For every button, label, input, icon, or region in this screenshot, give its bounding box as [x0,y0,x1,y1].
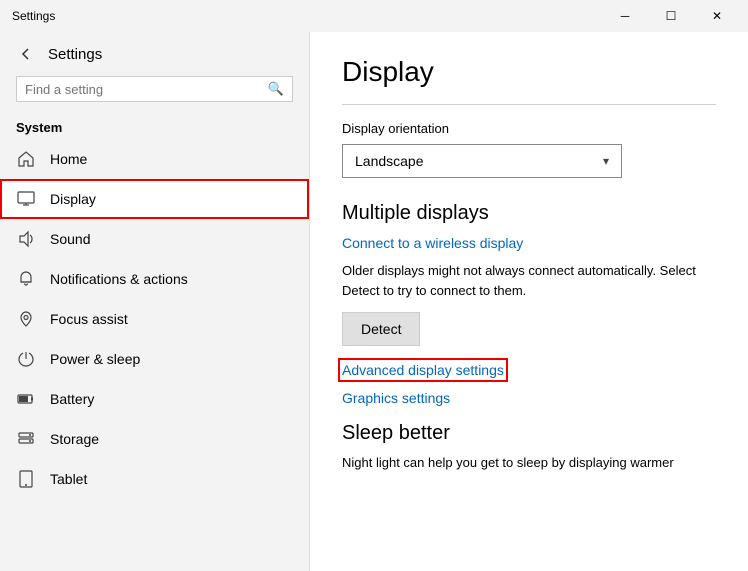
sidebar-item-home[interactable]: Home [0,139,309,179]
app-body: Settings 🔍 System Home [0,32,748,571]
wireless-display-link[interactable]: Connect to a wireless display [342,235,716,251]
orientation-label: Display orientation [342,121,716,136]
home-label: Home [50,151,87,167]
info-text: Older displays might not always connect … [342,261,716,300]
home-icon [16,149,36,169]
orientation-dropdown[interactable]: Landscape ▾ [342,144,622,178]
minimize-button[interactable]: ─ [602,0,648,32]
sidebar-item-tablet[interactable]: Tablet [0,459,309,499]
sidebar-item-power[interactable]: Power & sleep [0,339,309,379]
sidebar-item-notifications[interactable]: Notifications & actions [0,259,309,299]
multiple-displays-title: Multiple displays [342,202,716,225]
power-icon [16,349,36,369]
sidebar-item-sound[interactable]: Sound [0,219,309,259]
detect-button[interactable]: Detect [342,312,420,346]
sidebar-item-display[interactable]: Display [0,179,309,219]
graphics-settings-link[interactable]: Graphics settings [342,390,716,406]
chevron-down-icon: ▾ [603,154,609,168]
tablet-icon [16,469,36,489]
focus-label: Focus assist [50,311,128,327]
maximize-button[interactable]: ☐ [648,0,694,32]
sleep-title: Sleep better [342,422,716,445]
search-box[interactable]: 🔍 [16,76,293,102]
search-icon[interactable]: 🔍 [268,81,284,97]
power-label: Power & sleep [50,351,140,367]
title-bar-left: Settings [12,9,55,23]
focus-icon [16,309,36,329]
notifications-label: Notifications & actions [50,271,188,287]
battery-label: Battery [50,391,94,407]
back-button[interactable] [16,44,36,64]
sound-label: Sound [50,231,90,247]
tablet-label: Tablet [50,471,87,487]
display-icon [16,189,36,209]
sound-icon [16,229,36,249]
sidebar-section-label: System [0,114,309,139]
storage-label: Storage [50,431,99,447]
sidebar-item-focus[interactable]: Focus assist [0,299,309,339]
notifications-icon [16,269,36,289]
search-input[interactable] [25,82,262,97]
title-bar: Settings ─ ☐ ✕ [0,0,748,32]
title-bar-title: Settings [12,9,55,23]
title-bar-controls: ─ ☐ ✕ [602,0,740,32]
display-label: Display [50,191,96,207]
advanced-display-link[interactable]: Advanced display settings [342,362,504,378]
close-button[interactable]: ✕ [694,0,740,32]
sidebar-item-battery[interactable]: Battery [0,379,309,419]
content-area: Display Display orientation Landscape ▾ … [310,32,748,571]
storage-icon [16,429,36,449]
divider [342,104,716,105]
page-title: Display [342,56,716,88]
sidebar-top: Settings [0,32,309,72]
sidebar-app-title: Settings [48,46,102,63]
sidebar: Settings 🔍 System Home [0,32,310,571]
orientation-value: Landscape [355,153,424,169]
sleep-info-text: Night light can help you get to sleep by… [342,453,716,473]
sidebar-item-storage[interactable]: Storage [0,419,309,459]
battery-icon [16,389,36,409]
